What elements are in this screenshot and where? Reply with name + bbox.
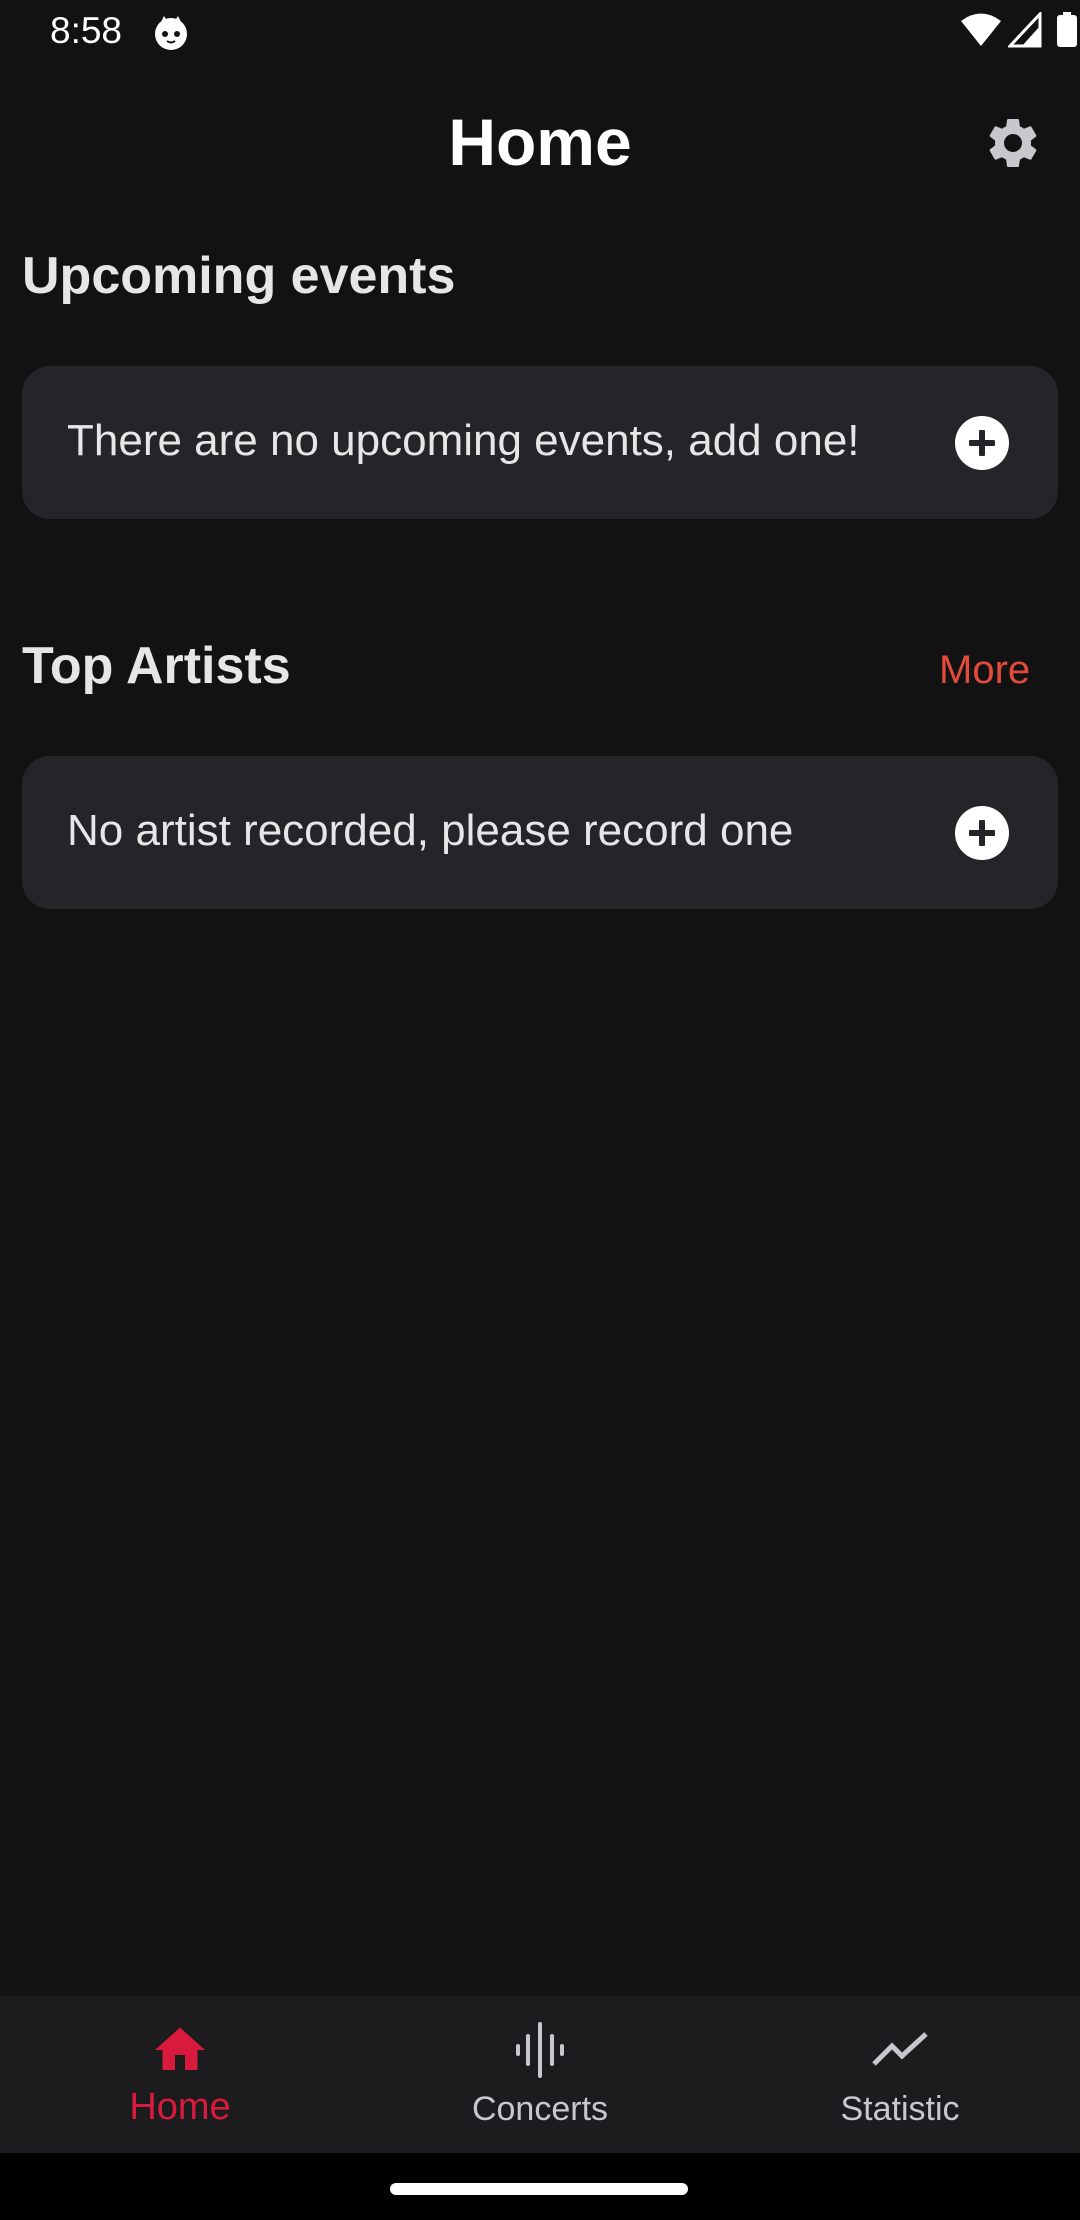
status-icons: [880, 12, 1080, 52]
cat-notification-icon: [152, 14, 190, 52]
page-title: Home: [448, 105, 632, 179]
section-title-top-artists: Top Artists: [22, 637, 291, 695]
gear-icon: [989, 119, 1037, 167]
upcoming-empty-card: There are no upcoming events, add one!: [22, 366, 1058, 519]
more-artists-link[interactable]: More: [939, 648, 1030, 693]
add-artist-button[interactable]: [954, 805, 1010, 861]
nav-tab-statistic[interactable]: Statistic: [720, 1996, 1080, 2153]
home-icon: [150, 2020, 210, 2080]
section-title-upcoming: Upcoming events: [22, 247, 456, 305]
upcoming-empty-message: There are no upcoming events, add one!: [67, 416, 860, 465]
artists-empty-card: No artist recorded, please record one: [22, 756, 1058, 909]
nav-label-home: Home: [129, 2086, 231, 2128]
trend-line-icon: [870, 2020, 930, 2080]
gesture-handle[interactable]: [390, 2183, 688, 2195]
nav-label-statistic: Statistic: [840, 2090, 960, 2128]
settings-button[interactable]: [983, 113, 1043, 173]
add-circle-icon: [955, 806, 1009, 860]
add-event-button[interactable]: [954, 415, 1010, 471]
nav-tab-concerts[interactable]: Concerts: [360, 1996, 720, 2153]
nav-tab-home[interactable]: Home: [0, 1996, 360, 2153]
artists-empty-message: No artist recorded, please record one: [67, 806, 794, 855]
gesture-navigation-area: [0, 2153, 1080, 2220]
sound-wave-icon: [510, 2020, 570, 2080]
nav-label-concerts: Concerts: [471, 2090, 609, 2128]
status-bar: 8:58: [0, 0, 1080, 66]
add-circle-icon: [955, 416, 1009, 470]
status-time: 8:58: [50, 10, 123, 51]
bottom-navigation: Home Concerts Statistic: [0, 1996, 1080, 2153]
